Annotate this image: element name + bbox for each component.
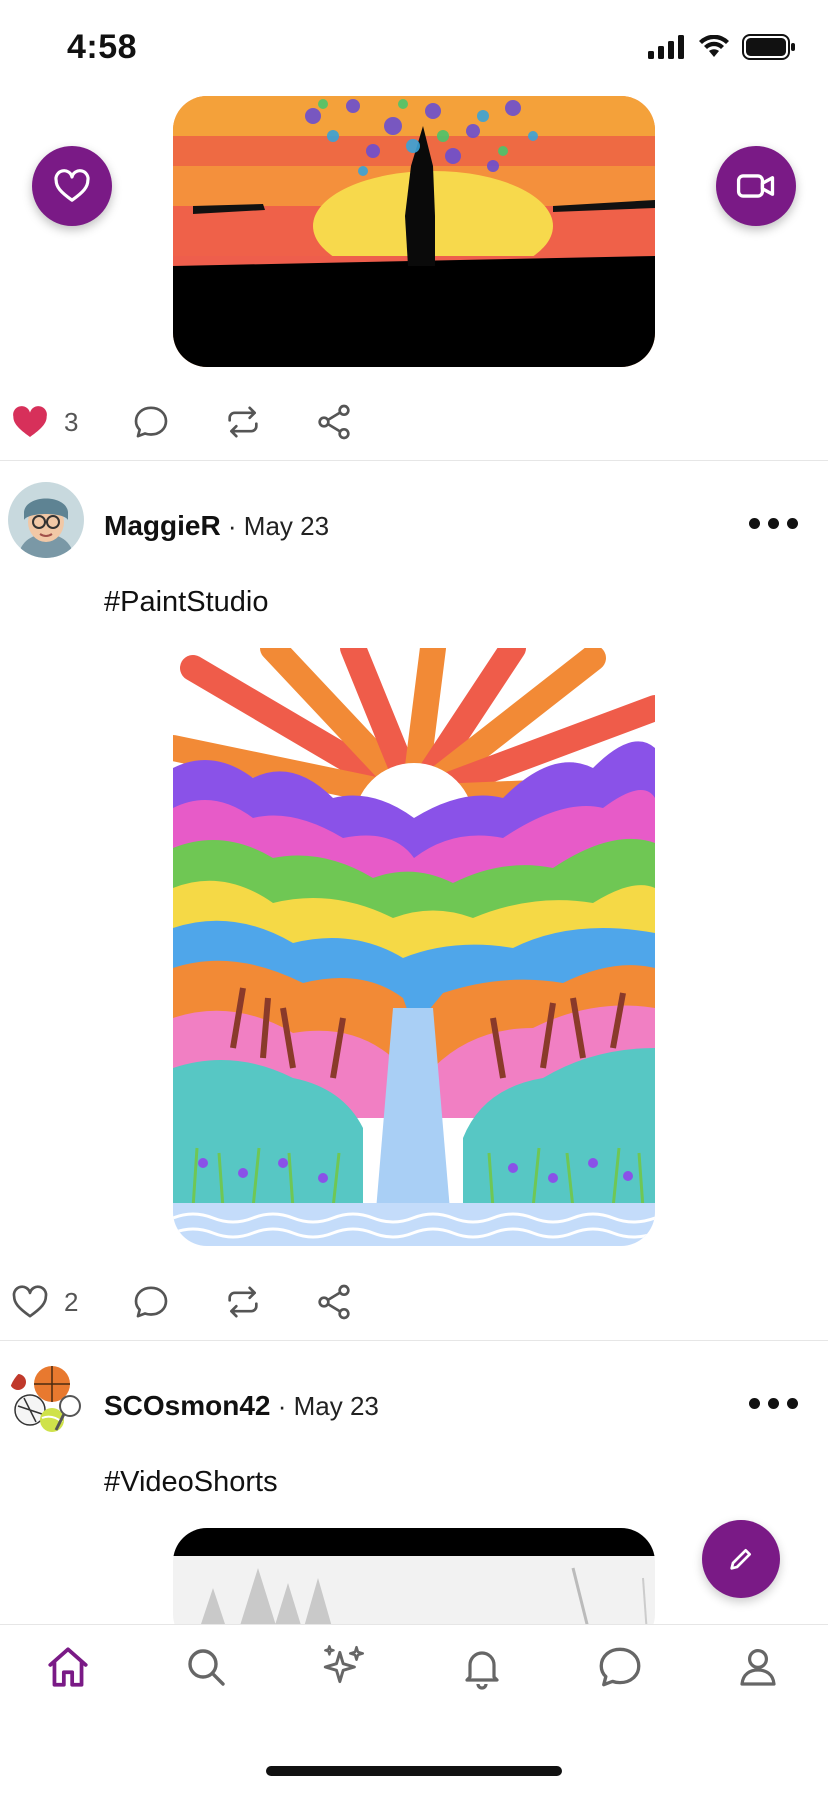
home-icon (48, 1647, 88, 1687)
tab-discover[interactable] (314, 1637, 374, 1697)
more-options-button[interactable] (749, 1398, 798, 1409)
heart-icon (13, 406, 47, 437)
repost-icon (228, 1286, 258, 1318)
repost-button[interactable] (222, 402, 264, 442)
like-button[interactable]: 2 (10, 1282, 78, 1322)
video-thumbnail (173, 1528, 655, 1624)
more-icon-dot (749, 1398, 760, 1409)
search-icon (188, 1649, 225, 1686)
post-divider (0, 1340, 828, 1341)
wifi-icon (699, 35, 729, 57)
username-text: SCOsmon42 (104, 1390, 271, 1421)
username[interactable]: SCOsmon42 · May 23 (104, 1390, 379, 1422)
like-button[interactable]: 3 (10, 402, 78, 442)
share-icon (318, 1284, 350, 1320)
chat-icon (599, 1647, 641, 1687)
video-button[interactable] (716, 146, 796, 226)
post-date: · May 23 (270, 1391, 379, 1421)
heart-icon (12, 1285, 48, 1318)
status-time: 4:58 (67, 28, 138, 66)
pencil-icon (730, 1549, 751, 1570)
sparkles-icon (323, 1645, 364, 1684)
comment-icon (134, 406, 168, 438)
username-text: MaggieR (104, 510, 221, 541)
like-count: 3 (64, 406, 79, 437)
comment-button[interactable] (130, 1282, 172, 1322)
heart-icon (54, 169, 90, 202)
feed[interactable]: 3 MaggieR · May 23 #PaintStudio 2 SCOsmo… (0, 96, 828, 1624)
post-header: SCOsmon42 · May 23 (0, 1362, 828, 1442)
favorites-button[interactable] (32, 146, 112, 226)
tab-search[interactable] (176, 1637, 236, 1697)
post-image-sunset-tree[interactable] (173, 96, 655, 367)
repost-button[interactable] (222, 1282, 264, 1322)
avatar-maggier (8, 482, 84, 558)
sunset-tree-painting (173, 96, 655, 367)
compose-button[interactable] (702, 1520, 780, 1598)
more-icon-dot (787, 518, 798, 529)
avatar[interactable] (8, 482, 84, 558)
post-actions: 2 (0, 1272, 828, 1332)
more-icon-dot (768, 518, 779, 529)
profile-icon (740, 1649, 776, 1686)
tab-messages[interactable] (590, 1637, 650, 1697)
post-video-thumbnail[interactable] (173, 1528, 655, 1624)
share-button[interactable] (314, 1282, 354, 1322)
status-bar: 4:58 (0, 0, 828, 96)
post-date: · May 23 (220, 511, 330, 541)
battery-icon (742, 34, 795, 60)
like-count: 2 (64, 1286, 79, 1317)
avatar[interactable] (8, 1362, 84, 1438)
post-actions: 3 (0, 392, 828, 452)
more-icon-dot (749, 518, 760, 529)
share-button[interactable] (314, 402, 354, 442)
comment-icon (134, 1286, 168, 1318)
post-hashtag[interactable]: #VideoShorts (104, 1466, 278, 1499)
username[interactable]: MaggieR · May 23 (104, 510, 329, 542)
share-icon (318, 404, 350, 440)
status-icons (648, 34, 796, 60)
tab-home[interactable] (38, 1637, 98, 1697)
tab-notifications[interactable] (452, 1637, 512, 1697)
post-image-rainbow-landscape[interactable] (173, 648, 655, 1246)
home-indicator[interactable] (266, 1766, 562, 1776)
bell-icon (465, 1651, 499, 1690)
cellular-signal-icon (648, 35, 684, 59)
comment-button[interactable] (130, 402, 172, 442)
repost-icon (228, 406, 258, 438)
post-hashtag[interactable]: #PaintStudio (104, 586, 268, 619)
tab-profile[interactable] (728, 1637, 788, 1697)
video-icon (736, 174, 775, 198)
rainbow-landscape-painting (173, 648, 655, 1246)
avatar-scosmon42 (8, 1362, 84, 1438)
post-header: MaggieR · May 23 (0, 482, 828, 562)
more-icon-dot (768, 1398, 779, 1409)
post-divider (0, 460, 828, 461)
more-options-button[interactable] (749, 518, 798, 529)
more-icon-dot (787, 1398, 798, 1409)
